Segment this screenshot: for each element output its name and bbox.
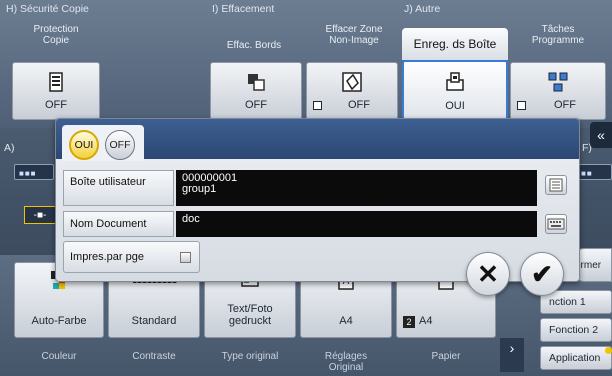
- effacer-zone-button[interactable]: OFF: [306, 62, 398, 120]
- name-value[interactable]: doc: [176, 211, 537, 237]
- non-image-erase-icon: [342, 72, 362, 92]
- tab-effacer-zone[interactable]: Effacer Zone Non-Image: [306, 24, 402, 46]
- enreg-boite-state: OUI: [445, 100, 465, 112]
- document-security-icon: [49, 72, 63, 92]
- dots-icon: ■■: [581, 169, 593, 178]
- caption-reglages-original: Réglages Original: [324, 351, 368, 373]
- fonction-2-button[interactable]: Fonction 2: [540, 318, 612, 342]
- toggle-oui-button[interactable]: OUI: [69, 130, 99, 160]
- effacer-zone-state: OFF: [348, 99, 370, 111]
- tab-taches-programme[interactable]: Tâches Programme: [510, 24, 606, 46]
- print-per-page-checkbox: [180, 252, 191, 263]
- taches-programme-button[interactable]: OFF: [510, 62, 606, 120]
- ok-button[interactable]: ✔: [520, 252, 564, 296]
- section-h-label: H) Sécurité Copie: [6, 3, 89, 15]
- taches-state: OFF: [554, 99, 576, 111]
- print-per-page-label: Impres.par pge: [70, 251, 144, 263]
- cancel-button[interactable]: ✕: [466, 252, 510, 296]
- caption-contraste: Contraste: [132, 351, 176, 362]
- collapse-button[interactable]: «: [590, 122, 612, 148]
- close-icon: ✕: [477, 258, 499, 289]
- color-value: Auto-Farbe: [31, 315, 87, 327]
- box-label: Boîte utilisateur: [63, 170, 174, 206]
- dots-icon: ■■■: [19, 169, 37, 178]
- print-per-page-button[interactable]: Impres.par pge: [63, 241, 200, 273]
- box-number: 000000001: [182, 172, 238, 184]
- program-jobs-icon: [548, 72, 568, 92]
- list-icon: [549, 178, 563, 192]
- notification-dot-icon: [605, 347, 612, 354]
- tab-effac-bords[interactable]: Effac. Bords: [206, 40, 302, 51]
- keyboard-button[interactable]: [545, 214, 567, 234]
- toggle-group: OUI OFF: [62, 125, 144, 161]
- chevron-right-icon[interactable]: ›: [500, 340, 524, 370]
- box-group: group1: [182, 183, 217, 195]
- effac-bords-state: OFF: [245, 99, 267, 111]
- name-label: Nom Document: [63, 211, 174, 237]
- effac-bords-button[interactable]: OFF: [210, 62, 302, 120]
- keyboard-icon: [547, 218, 565, 230]
- contrast-value: Standard: [131, 315, 177, 327]
- tab-enreg-boite[interactable]: Enreg. ds Boîte: [402, 28, 508, 60]
- frame-erase-icon: [248, 74, 265, 91]
- enreg-boite-button[interactable]: OUI: [402, 60, 508, 122]
- box-value: 000000001 group1: [176, 170, 537, 206]
- selected-strip-item[interactable]: -■-: [24, 206, 56, 224]
- caption-type-original: Type original: [221, 351, 279, 362]
- box-save-icon: [446, 72, 464, 91]
- dash-icon: -■-: [33, 209, 47, 221]
- caption-papier: Papier: [431, 351, 461, 362]
- original-type-value: Text/Foto gedruckt: [227, 303, 273, 327]
- paper-value: A4: [419, 315, 433, 327]
- original-settings-value: A4: [339, 315, 353, 327]
- box-list-button[interactable]: [545, 175, 567, 195]
- protection-state: OFF: [45, 99, 67, 111]
- double-chevron-left-icon: «: [597, 127, 605, 143]
- tab-protection-copie[interactable]: Protection Copie: [14, 24, 98, 46]
- protection-copie-button[interactable]: OFF: [12, 62, 100, 120]
- section-a-label: A): [4, 142, 15, 154]
- toggle-off-button[interactable]: OFF: [105, 130, 135, 160]
- section-j-label: J) Autre: [404, 3, 441, 15]
- caption-couleur: Couleur: [41, 351, 77, 362]
- section-i-label: I) Effacement: [212, 3, 275, 15]
- checkmark-icon: ✔: [531, 258, 553, 289]
- application-button[interactable]: Application: [540, 346, 612, 370]
- left-function-strip[interactable]: ■■■: [14, 164, 54, 180]
